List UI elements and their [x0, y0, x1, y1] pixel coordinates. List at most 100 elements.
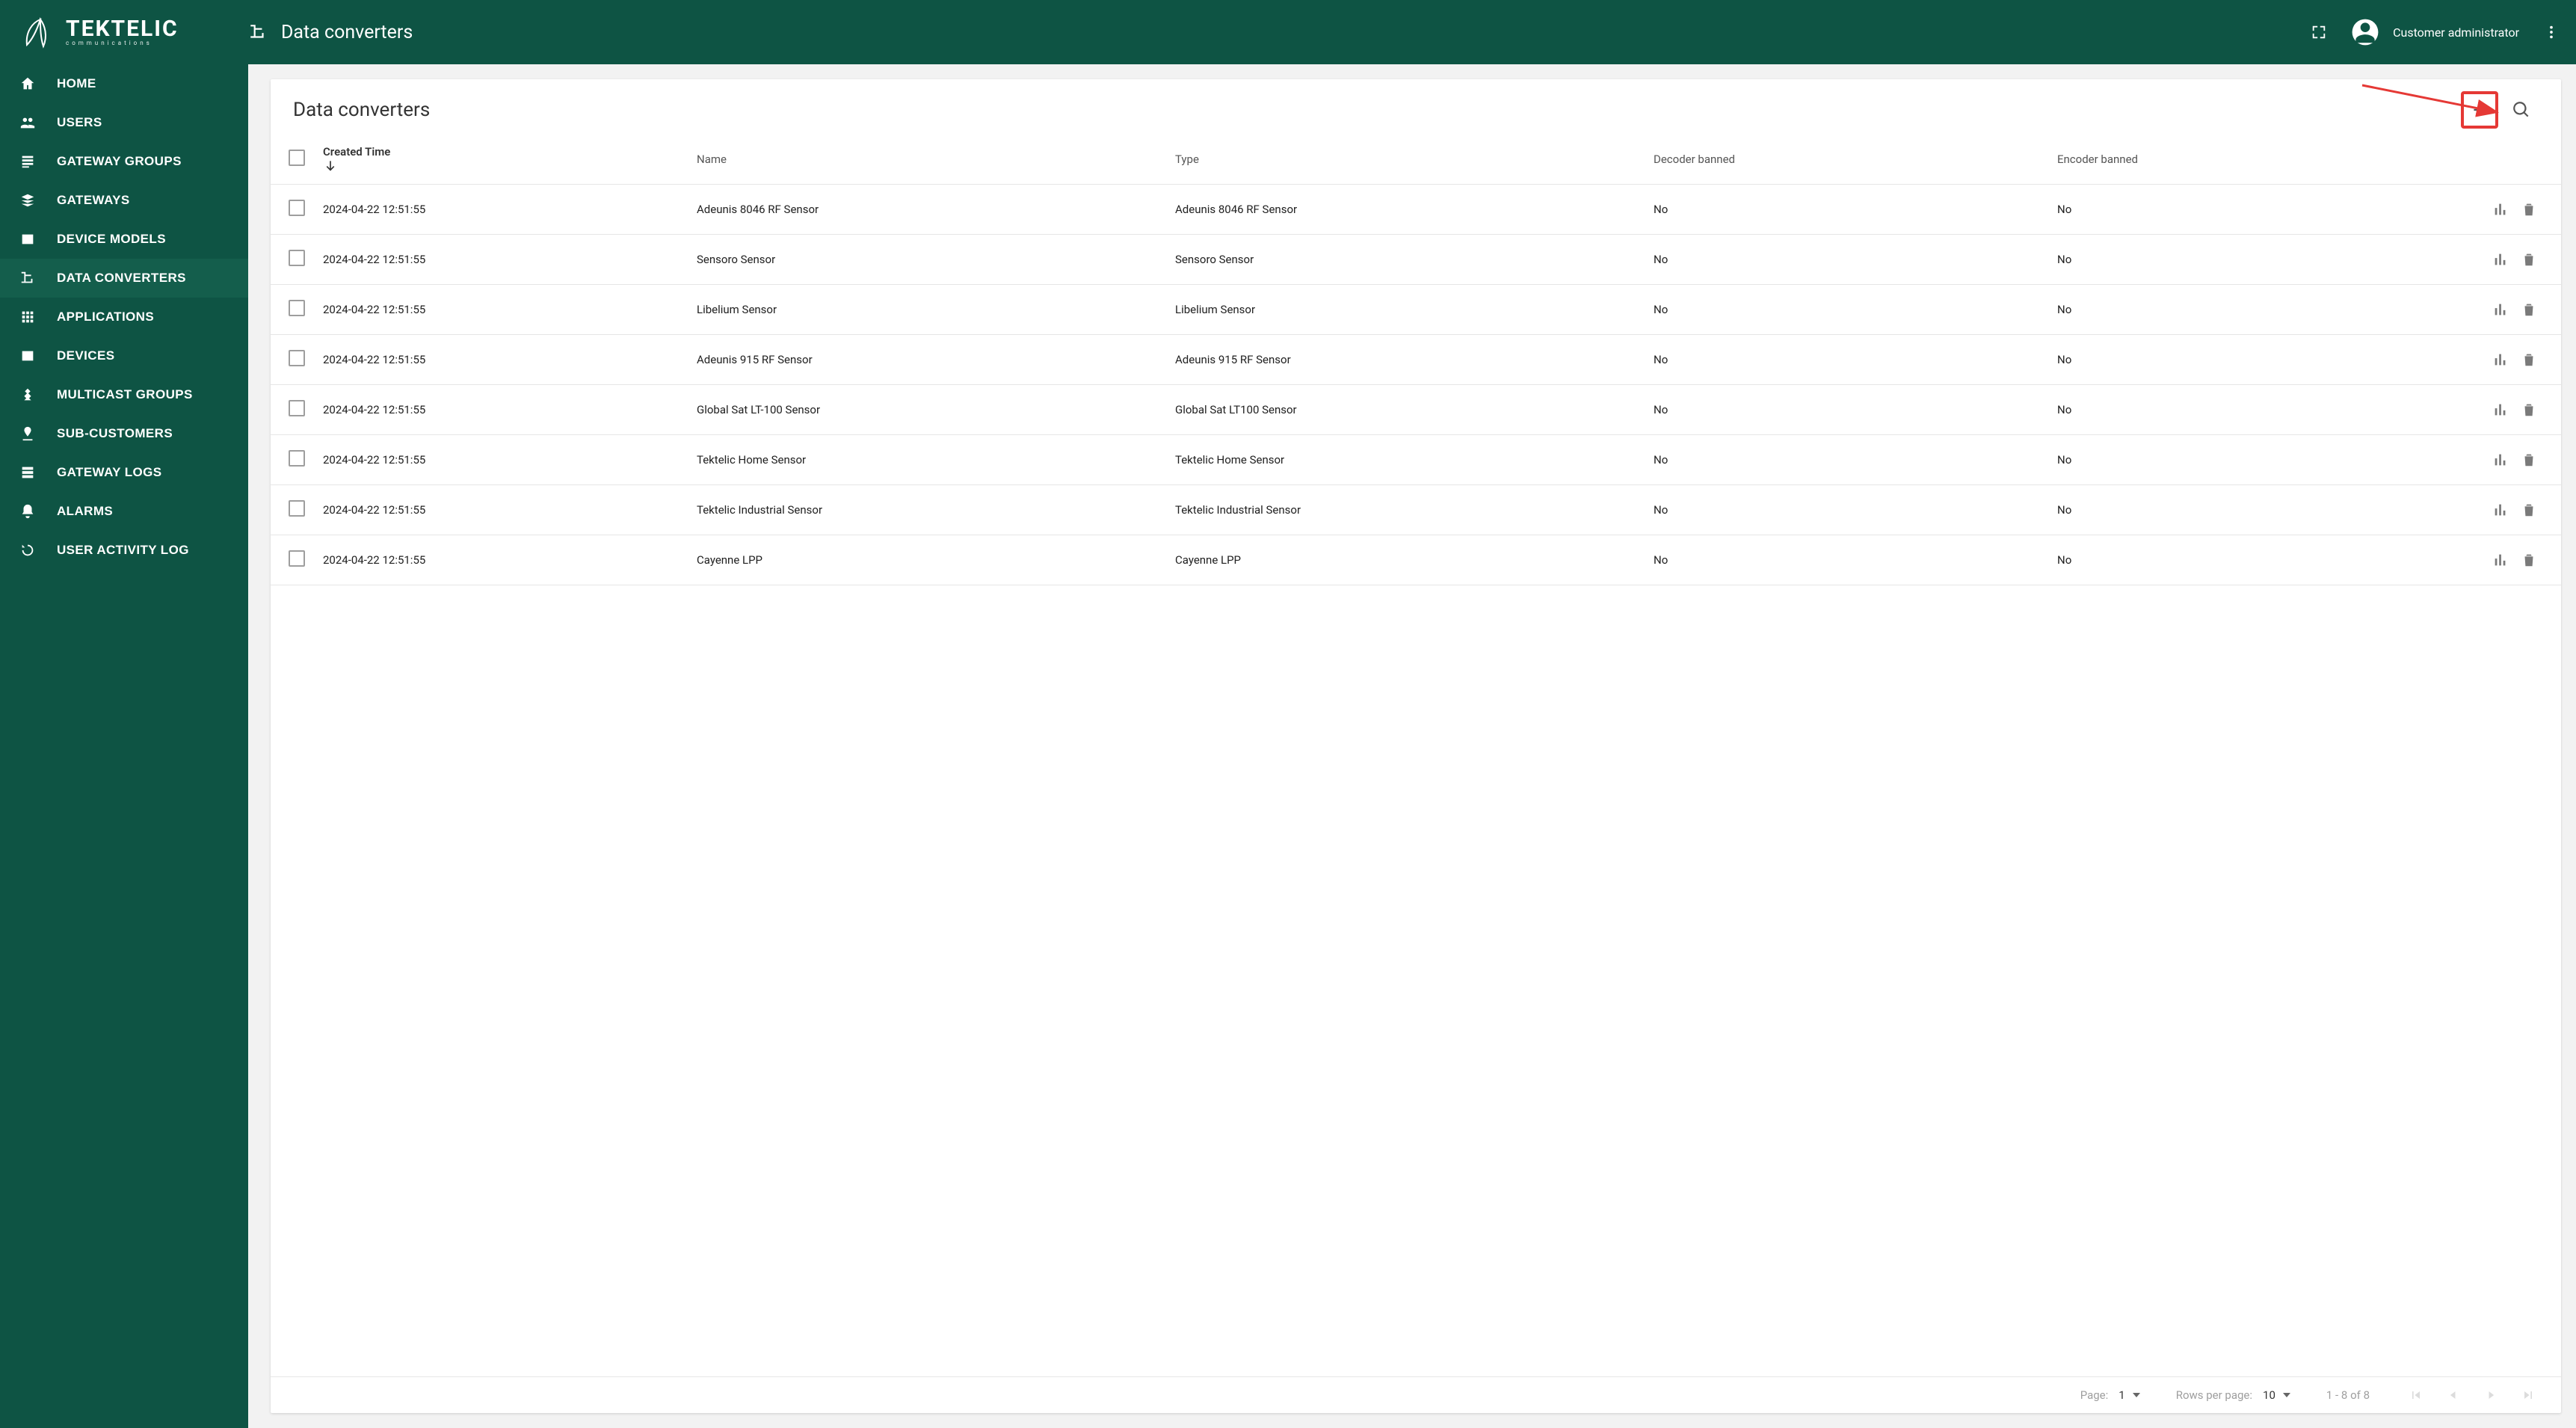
sidebar-item-multicast-groups[interactable]: MULTICAST GROUPS [0, 375, 248, 414]
table-footer: Page: 1 Rows per page: 10 1 - 8 of 8 [271, 1376, 2561, 1413]
sidebar-item-gateway-groups[interactable]: GATEWAY GROUPS [0, 142, 248, 181]
sidebar-item-devices[interactable]: DEVICES [0, 336, 248, 375]
cell-decoder: No [1646, 435, 2050, 485]
th-name[interactable]: Name [689, 135, 1168, 185]
row-checkbox[interactable] [289, 500, 305, 517]
sidebar-item-user-activity-log[interactable]: USER ACTIVITY LOG [0, 531, 248, 570]
cell-name: Libelium Sensor [689, 285, 1168, 335]
row-delete-button[interactable] [2518, 298, 2540, 321]
topbar: TEKTELIC communications Data converters … [0, 0, 2576, 64]
topbar-user[interactable]: Customer administrator [2351, 18, 2519, 46]
cell-encoder: No [2050, 485, 2471, 535]
topbar-title: Data converters [248, 22, 413, 43]
sidebar-item-label: ALARMS [57, 504, 113, 519]
logo-text: TEKTELIC communications [66, 18, 179, 46]
cell-name: Global Sat LT-100 Sensor [689, 385, 1168, 435]
row-checkbox[interactable] [289, 450, 305, 467]
card-title: Data converters [293, 99, 430, 121]
row-delete-button[interactable] [2518, 549, 2540, 571]
table-row[interactable]: 2024-04-22 12:51:55Tektelic Home SensorT… [271, 435, 2561, 485]
sidebar-item-data-converters[interactable]: DATA CONVERTERS [0, 259, 248, 298]
row-checkbox[interactable] [289, 300, 305, 316]
row-delete-button[interactable] [2518, 449, 2540, 471]
table-row[interactable]: 2024-04-22 12:51:55Cayenne LPPCayenne LP… [271, 535, 2561, 585]
table-row[interactable]: 2024-04-22 12:51:55Tektelic Industrial S… [271, 485, 2561, 535]
nav-icon [18, 542, 37, 558]
add-button[interactable] [2462, 93, 2497, 127]
th-created[interactable]: Created Time [315, 135, 689, 185]
row-delete-button[interactable] [2518, 248, 2540, 271]
row-stats-button[interactable] [2489, 298, 2512, 321]
sidebar-item-device-models[interactable]: □DEVICE MODELS [0, 220, 248, 259]
rows-select[interactable]: 10 [2263, 1388, 2290, 1402]
sidebar-item-label: DEVICES [57, 348, 114, 363]
row-stats-button[interactable] [2489, 449, 2512, 471]
cell-name: Cayenne LPP [689, 535, 1168, 585]
row-checkbox[interactable] [289, 550, 305, 567]
cell-created: 2024-04-22 12:51:55 [315, 485, 689, 535]
cell-created: 2024-04-22 12:51:55 [315, 385, 689, 435]
last-page-button[interactable] [2518, 1386, 2539, 1404]
sidebar-item-label: GATEWAYS [57, 193, 130, 208]
th-select-all [271, 135, 315, 185]
table-row[interactable]: 2024-04-22 12:51:55Global Sat LT-100 Sen… [271, 385, 2561, 435]
table-row[interactable]: 2024-04-22 12:51:55Adeunis 915 RF Sensor… [271, 335, 2561, 385]
sidebar-item-users[interactable]: USERS [0, 103, 248, 142]
cell-name: Tektelic Home Sensor [689, 435, 1168, 485]
row-checkbox[interactable] [289, 250, 305, 266]
more-vert-button[interactable] [2540, 21, 2563, 43]
row-stats-button[interactable] [2489, 248, 2512, 271]
table-row[interactable]: 2024-04-22 12:51:55Sensoro SensorSensoro… [271, 235, 2561, 285]
sidebar-item-alarms[interactable]: ALARMS [0, 492, 248, 531]
topbar-brand-area: TEKTELIC communications [0, 15, 248, 49]
nav-icon [18, 76, 37, 92]
cell-created: 2024-04-22 12:51:55 [315, 235, 689, 285]
nav-icon [18, 192, 37, 209]
nav-icon [18, 464, 37, 481]
row-checkbox[interactable] [289, 200, 305, 216]
logo-leaf-icon [18, 15, 58, 49]
row-stats-button[interactable] [2489, 499, 2512, 521]
sidebar-item-label: SUB-CUSTOMERS [57, 426, 173, 441]
th-encoder[interactable]: Encoder banned [2050, 135, 2471, 185]
cell-type: Global Sat LT100 Sensor [1168, 385, 1646, 435]
row-delete-button[interactable] [2518, 198, 2540, 221]
sidebar-item-sub-customers[interactable]: SUB-CUSTOMERS [0, 414, 248, 453]
row-stats-button[interactable] [2489, 198, 2512, 221]
cell-created: 2024-04-22 12:51:55 [315, 185, 689, 235]
user-role-label: Customer administrator [2393, 25, 2519, 40]
nav-icon: □ [18, 231, 37, 247]
select-all-checkbox[interactable] [289, 150, 305, 166]
cell-decoder: No [1646, 485, 2050, 535]
th-decoder[interactable]: Decoder banned [1646, 135, 2050, 185]
sidebar-item-gateway-logs[interactable]: GATEWAY LOGS [0, 453, 248, 492]
row-stats-button[interactable] [2489, 549, 2512, 571]
page-title: Data converters [281, 22, 413, 43]
row-stats-button[interactable] [2489, 398, 2512, 421]
account-circle-icon [2351, 18, 2379, 46]
data-converters-card: Data converters [271, 79, 2561, 1413]
sidebar-item-gateways[interactable]: GATEWAYS [0, 181, 248, 220]
page-select[interactable]: 1 [2119, 1388, 2139, 1402]
search-button[interactable] [2504, 93, 2539, 127]
first-page-button[interactable] [2406, 1386, 2426, 1404]
logo[interactable]: TEKTELIC communications [18, 15, 179, 49]
prev-page-button[interactable] [2443, 1386, 2464, 1404]
row-delete-button[interactable] [2518, 398, 2540, 421]
nav-icon [18, 270, 37, 286]
cell-decoder: No [1646, 335, 2050, 385]
row-checkbox[interactable] [289, 400, 305, 416]
table-row[interactable]: 2024-04-22 12:51:55Libelium SensorLibeli… [271, 285, 2561, 335]
row-stats-button[interactable] [2489, 348, 2512, 371]
th-type[interactable]: Type [1168, 135, 1646, 185]
table-row[interactable]: 2024-04-22 12:51:55Adeunis 8046 RF Senso… [271, 185, 2561, 235]
sidebar-item-home[interactable]: HOME [0, 64, 248, 103]
transform-icon [248, 22, 268, 42]
row-checkbox[interactable] [289, 350, 305, 366]
cell-name: Sensoro Sensor [689, 235, 1168, 285]
sidebar-item-applications[interactable]: APPLICATIONS [0, 298, 248, 336]
row-delete-button[interactable] [2518, 348, 2540, 371]
row-delete-button[interactable] [2518, 499, 2540, 521]
next-page-button[interactable] [2480, 1386, 2501, 1404]
fullscreen-button[interactable] [2308, 21, 2330, 43]
